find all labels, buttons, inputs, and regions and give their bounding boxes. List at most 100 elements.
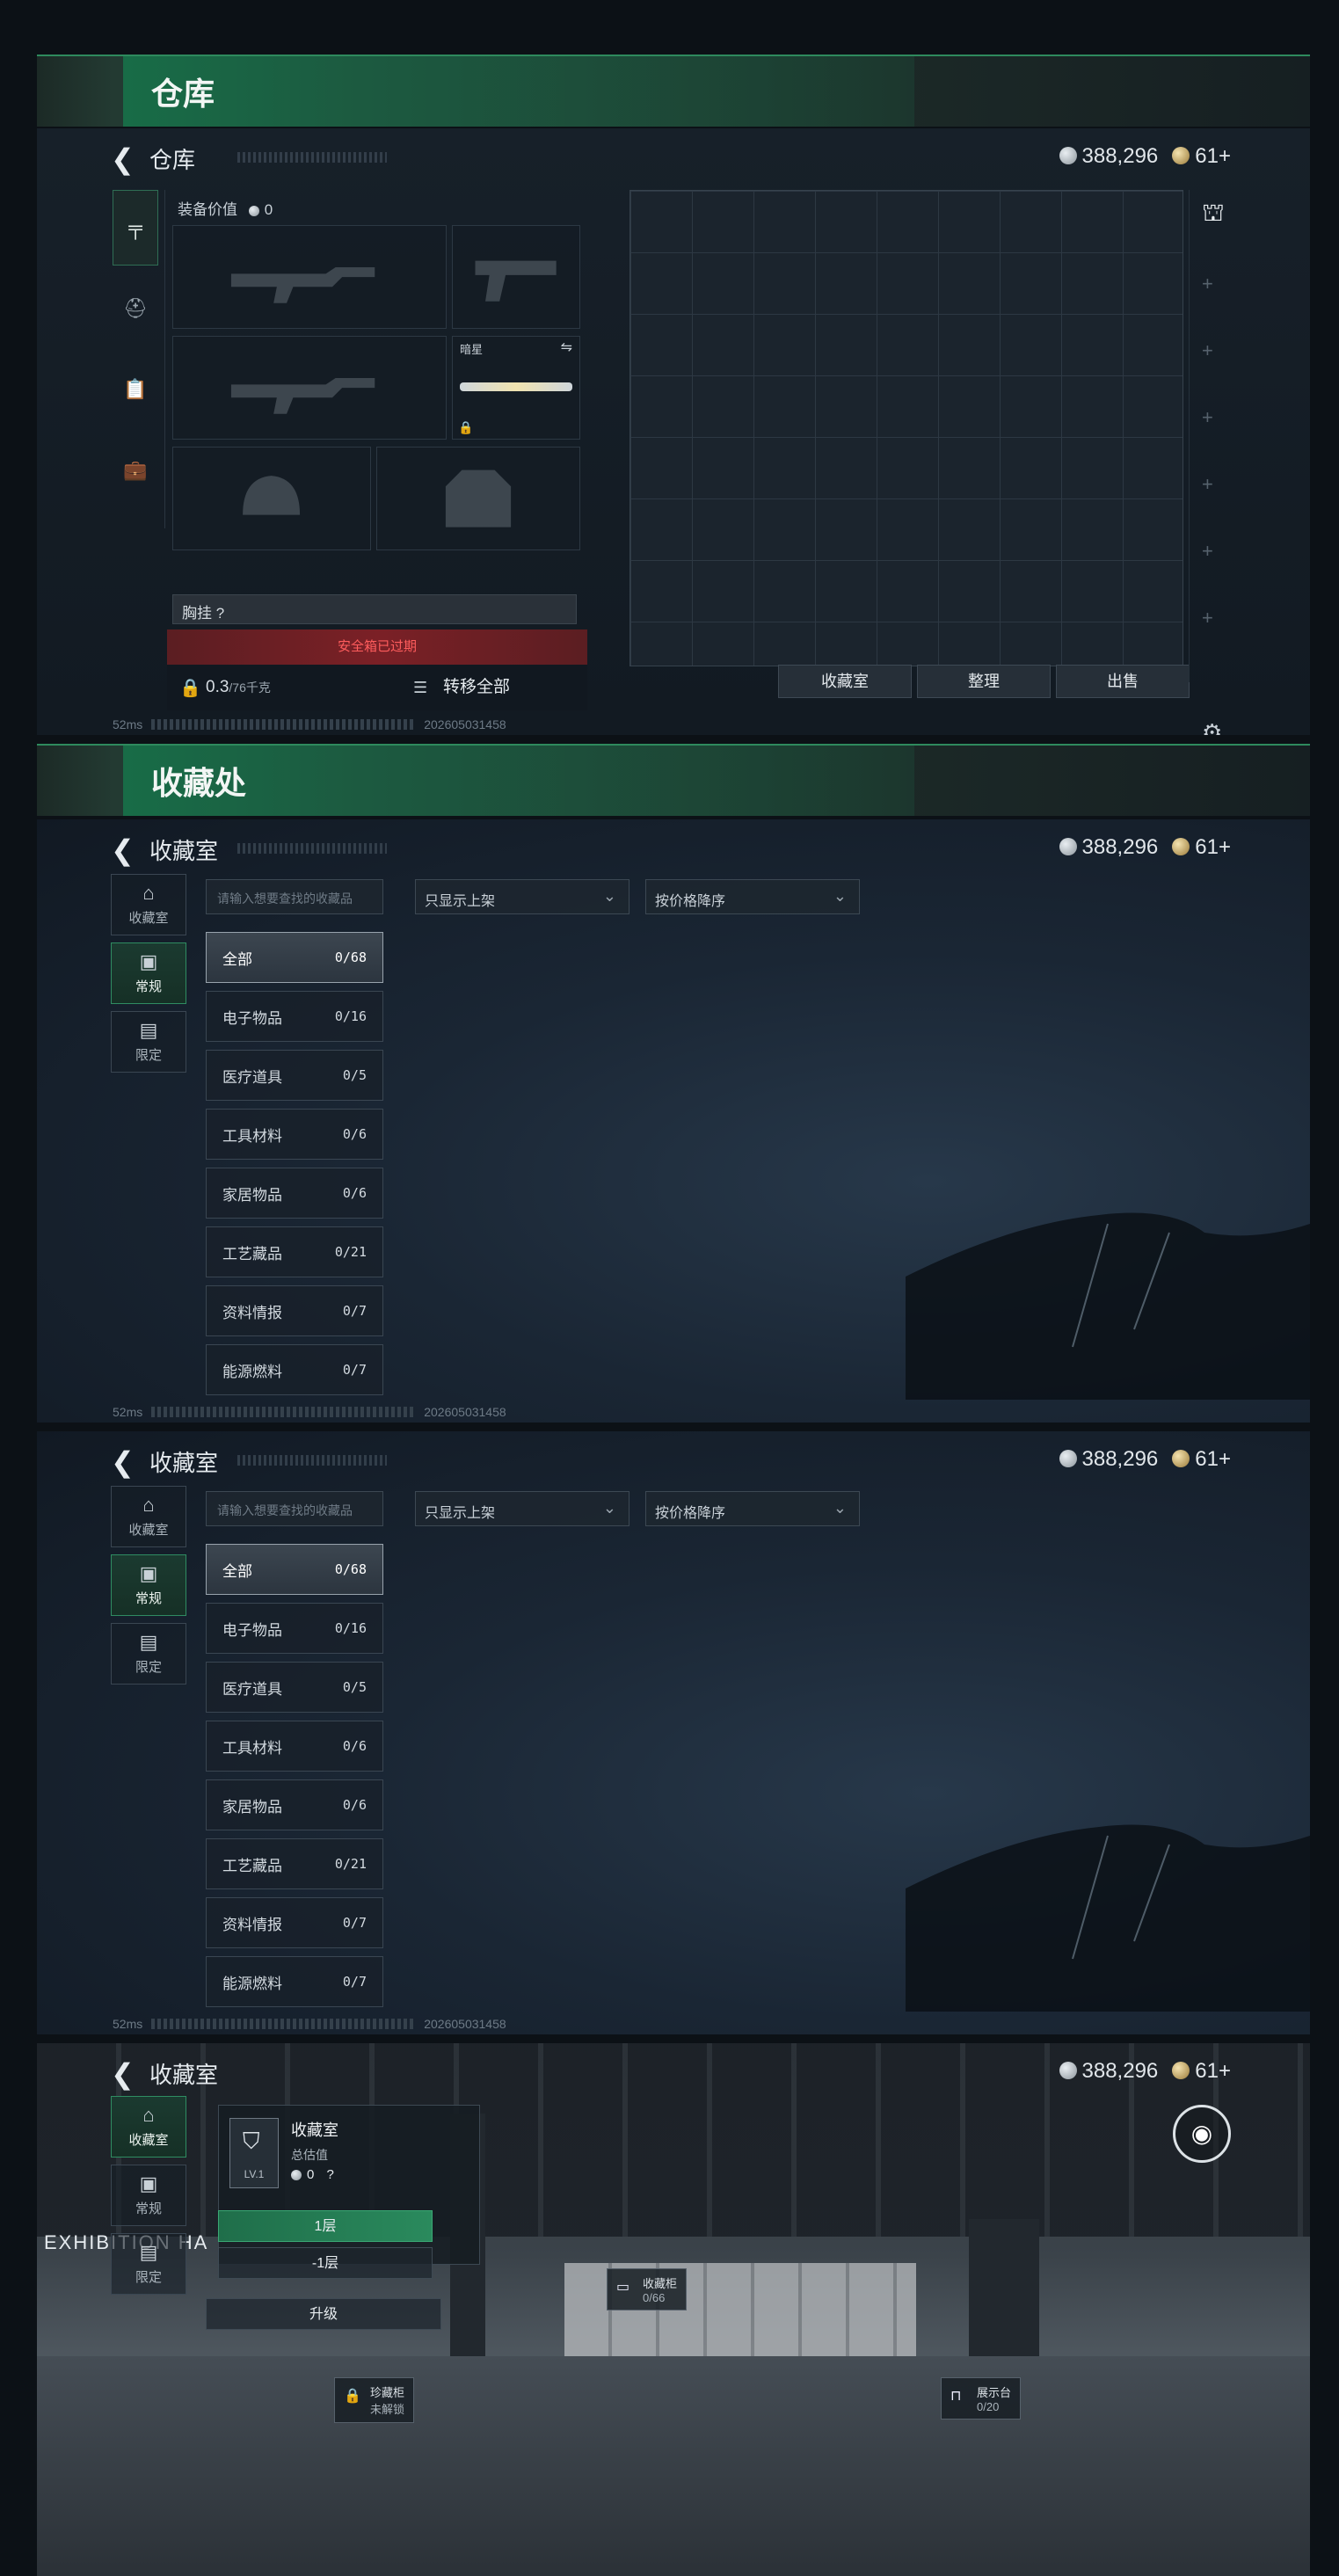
display-tag[interactable]: ⊓ 展示台 0/20 <box>941 2377 1022 2420</box>
melee-slot[interactable]: 暗星 ⇋ 🔒 <box>452 336 580 440</box>
category-item[interactable]: 全部 0/68 <box>206 1544 383 1595</box>
player-id-blur <box>237 1455 387 1466</box>
primary-weapon-slot[interactable] <box>172 225 447 329</box>
category-item[interactable]: 工艺藏品 0/21 <box>206 1226 383 1277</box>
currency-bar: 388,296 61+ <box>1059 835 1231 860</box>
silver-currency: 388,296 <box>1059 2059 1158 2084</box>
safe-box-expired[interactable]: 安全箱已过期 <box>167 629 587 665</box>
view-toggle-icon[interactable]: ◉ <box>1173 2105 1231 2163</box>
chest-rig-slot[interactable]: 胸挂 ? <box>172 594 577 624</box>
category-item[interactable]: 工具材料 0/6 <box>206 1109 383 1160</box>
tab-regular[interactable]: ▣ 常规 <box>111 942 186 1004</box>
rail-clipboard-icon[interactable]: 📋 <box>113 352 158 427</box>
add-icon[interactable]: + <box>1202 540 1213 563</box>
secondary-weapon-slot[interactable] <box>172 336 447 440</box>
category-item[interactable]: 资料情报 0/7 <box>206 1285 383 1336</box>
rail-helmet-icon[interactable]: ⛑ <box>113 271 158 346</box>
category-item[interactable]: 工具材料 0/6 <box>206 1721 383 1772</box>
coin-icon <box>291 2170 302 2180</box>
category-item[interactable]: 电子物品 0/16 <box>206 991 383 1042</box>
collection-tabs: ⌂ 收藏室 ▣ 常规 ▤ 限定 <box>111 2096 186 2302</box>
collection-room-button[interactable]: 收藏室 <box>778 665 912 698</box>
status-line: 52ms 202605031458 <box>113 1405 506 1419</box>
cabinet-tag[interactable]: ▭ 收藏柜 0/66 <box>607 2268 688 2310</box>
sort-button[interactable]: 整理 <box>917 665 1051 698</box>
rail-weapon-icon[interactable]: ╤ <box>113 190 158 266</box>
category-item[interactable]: 电子物品 0/16 <box>206 1603 383 1654</box>
silver-currency: 388,296 <box>1059 835 1158 860</box>
tab-regular[interactable]: ▣ 常规 <box>111 1554 186 1616</box>
category-item[interactable]: 医疗道具 0/5 <box>206 1050 383 1101</box>
back-arrow-icon[interactable]: ❮ <box>111 1445 135 1479</box>
upgrade-button[interactable]: 升级 <box>206 2298 441 2330</box>
lock-icon: 🔒 <box>458 420 474 434</box>
add-icon[interactable]: + <box>1202 273 1213 295</box>
gear-icon[interactable]: ⚙ <box>1202 719 1222 735</box>
chevron-down-icon: ⌄ <box>833 887 847 905</box>
add-icon[interactable]: + <box>1202 473 1213 496</box>
collection-tabs: ⌂ 收藏室 ▣ 常规 ▤ 限定 <box>111 874 186 1080</box>
category-item[interactable]: 家居物品 0/6 <box>206 1779 383 1830</box>
category-item[interactable]: 家居物品 0/6 <box>206 1168 383 1219</box>
sort-select[interactable]: 按价格降序 ⌄ <box>645 1491 860 1526</box>
tab-regular[interactable]: ▣ 常规 <box>111 2165 186 2226</box>
rifle-icon <box>230 266 375 303</box>
gold-coin-icon <box>1172 147 1190 164</box>
add-icon[interactable]: + <box>1202 607 1213 629</box>
filter-select[interactable]: 只显示上架 ⌄ <box>415 879 629 914</box>
frame-icon: ▤ <box>139 2241 158 2263</box>
category-item[interactable]: 医疗道具 0/5 <box>206 1662 383 1713</box>
back-arrow-icon[interactable]: ❮ <box>111 142 135 176</box>
player-id-blur <box>237 152 387 163</box>
rail-briefcase-icon[interactable]: 💼 <box>113 433 158 508</box>
section-title: 仓库 <box>123 56 914 127</box>
picture-icon: ▣ <box>139 2172 158 2194</box>
category-item[interactable]: 资料情报 0/7 <box>206 1897 383 1948</box>
tab-limited[interactable]: ▤ 限定 <box>111 1011 186 1073</box>
search-input[interactable]: 请输入想要查找的收藏品 <box>206 1491 383 1526</box>
mountain-background <box>906 1824 1310 2012</box>
section-header-collection: 收藏处 <box>37 744 1310 816</box>
floor-1-button[interactable]: 1层 <box>218 2210 433 2242</box>
chevron-down-icon: ⌄ <box>602 887 616 905</box>
room-level-badge: ⛉ LV.1 <box>229 2118 279 2188</box>
tab-collection-room[interactable]: ⌂ 收藏室 <box>111 874 186 935</box>
helmet-slot[interactable] <box>172 447 371 550</box>
category-item[interactable]: 全部 0/68 <box>206 932 383 983</box>
top-bar: ❮ 收藏室 388,296 61+ <box>37 2043 1310 2099</box>
locker-tag[interactable]: 🔒 珍藏柜 未解锁 <box>334 2377 415 2423</box>
tab-collection-room[interactable]: ⌂ 收藏室 <box>111 1486 186 1547</box>
gold-currency[interactable]: 61+ <box>1172 1447 1231 1472</box>
armor-slot[interactable] <box>376 447 580 550</box>
floor-b1-button[interactable]: -1层 <box>218 2247 433 2279</box>
capacity: 0.3/76千克 <box>206 678 271 696</box>
search-input[interactable]: 请输入想要查找的收藏品 <box>206 879 383 914</box>
equipment-panel: 装备价值 0 暗星 ⇋ 🔒 胸挂 ? <box>169 190 584 700</box>
gold-currency[interactable]: 61+ <box>1172 2059 1231 2084</box>
sell-button[interactable]: 出售 <box>1056 665 1190 698</box>
add-icon[interactable]: + <box>1202 406 1213 429</box>
category-item[interactable]: 能源燃料 0/7 <box>206 1956 383 2007</box>
category-item[interactable]: 工艺藏品 0/21 <box>206 1838 383 1889</box>
page-title: 收藏室 <box>149 1450 219 1476</box>
gold-currency[interactable]: 61+ <box>1172 835 1231 860</box>
tab-collection-room[interactable]: ⌂ 收藏室 <box>111 2096 186 2158</box>
pistol-slot[interactable] <box>452 225 580 329</box>
gold-currency[interactable]: 61+ <box>1172 144 1231 169</box>
safe-icon[interactable]: ⛫ <box>1202 199 1225 230</box>
tab-limited[interactable]: ▤ 限定 <box>111 2233 186 2295</box>
tab-limited[interactable]: ▤ 限定 <box>111 1623 186 1685</box>
gold-coin-icon <box>1172 2062 1190 2079</box>
category-item[interactable]: 能源燃料 0/7 <box>206 1344 383 1395</box>
storage-grid[interactable] <box>629 190 1183 666</box>
back-arrow-icon[interactable]: ❮ <box>111 833 135 867</box>
add-icon[interactable]: + <box>1202 339 1213 362</box>
sort-select[interactable]: 按价格降序 ⌄ <box>645 879 860 914</box>
filter-select[interactable]: 只显示上架 ⌄ <box>415 1491 629 1526</box>
category-list: 全部 0/68 电子物品 0/16 医疗道具 0/5 工具材料 0/6 家居物品 0/6 … <box>206 932 383 1403</box>
transfer-all-button[interactable]: 转移全部 <box>413 670 571 705</box>
back-arrow-icon[interactable]: ❮ <box>111 2057 135 2091</box>
chevron-down-icon: ⌄ <box>833 1499 847 1517</box>
swap-icon[interactable]: ⇋ <box>561 338 572 356</box>
page-title: 仓库 <box>149 147 196 173</box>
